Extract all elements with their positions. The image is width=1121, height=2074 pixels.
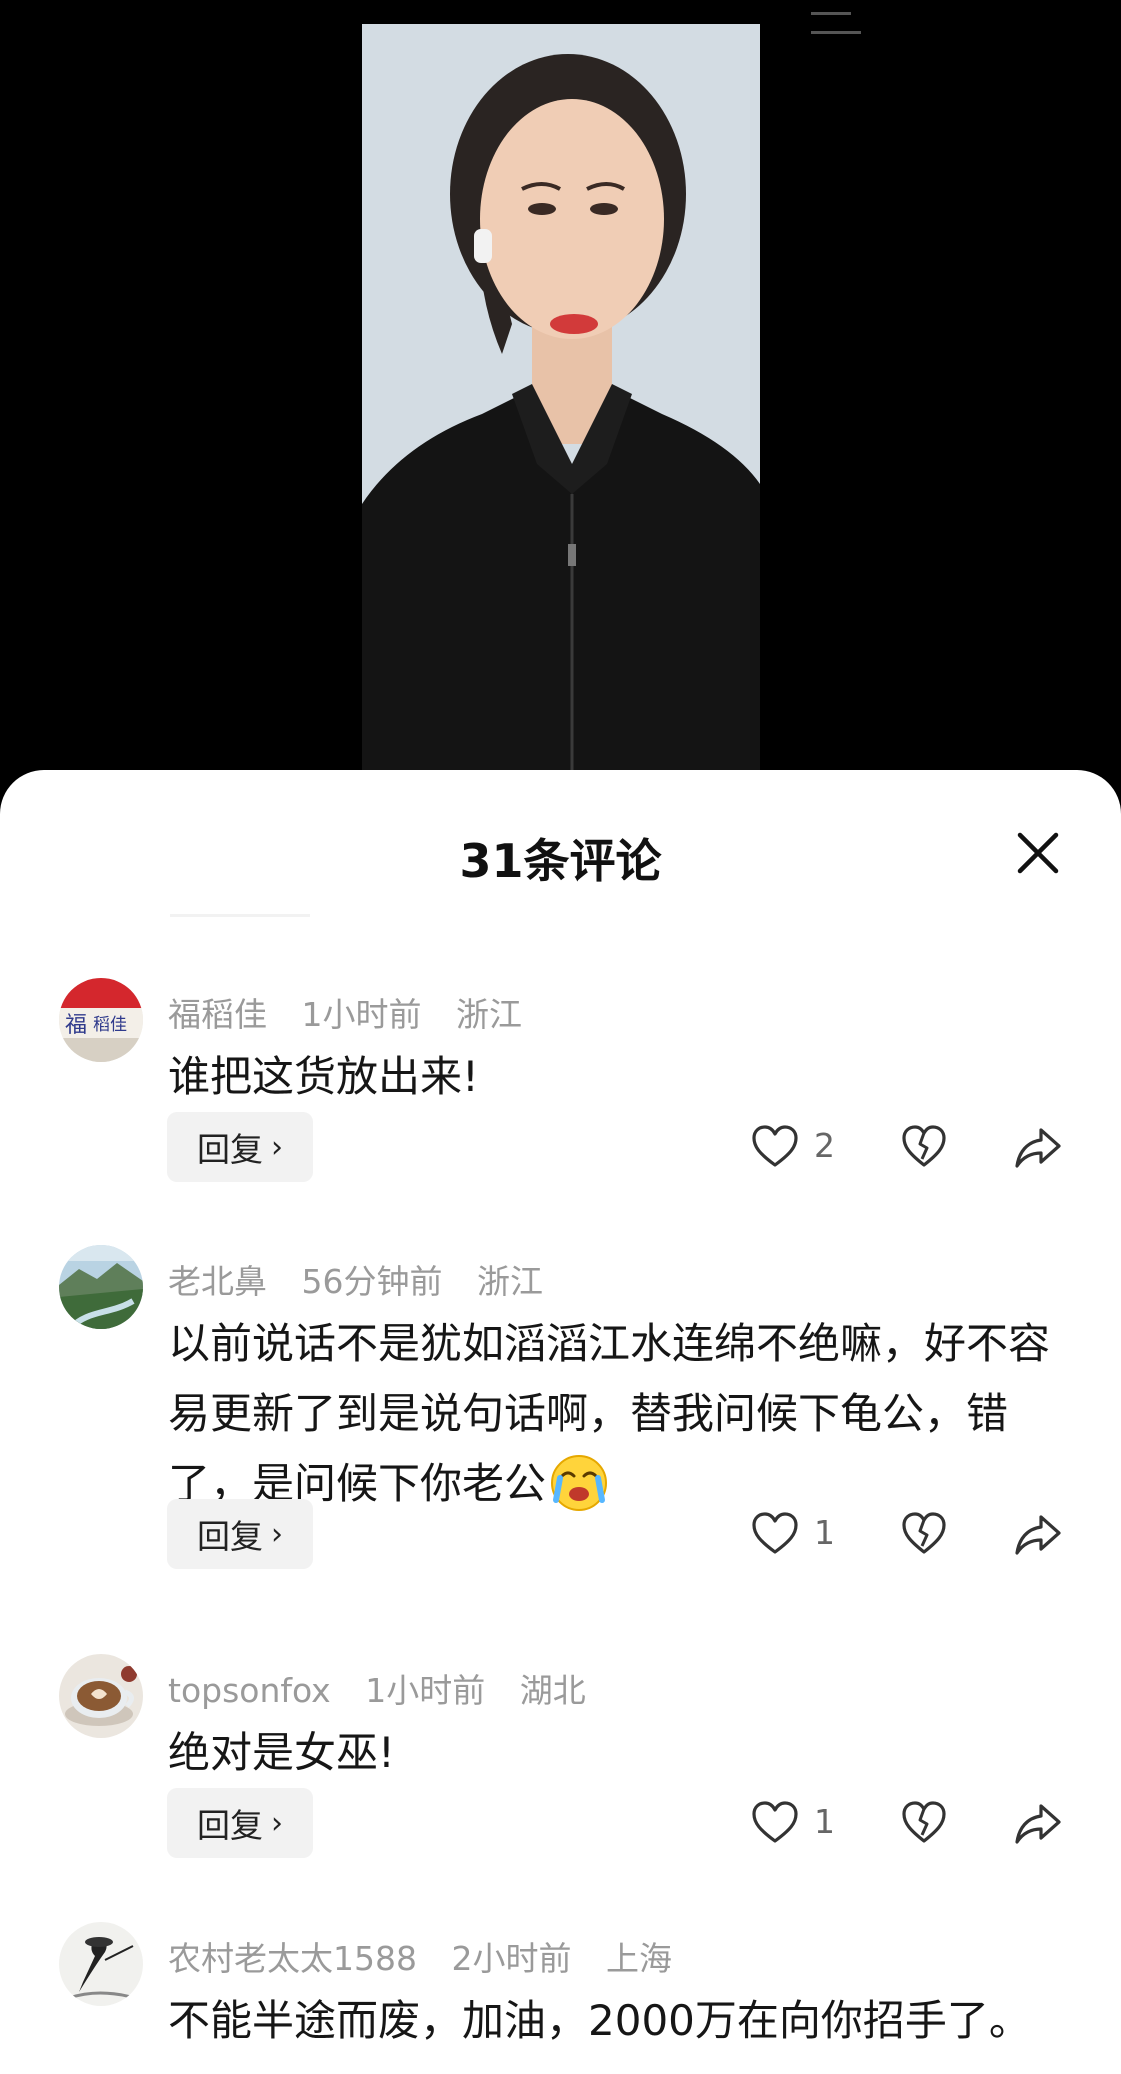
username[interactable]: 老北鼻: [168, 1262, 267, 1301]
username[interactable]: 农村老太太1588: [168, 1939, 417, 1978]
location: 浙江: [456, 995, 522, 1034]
location: 上海: [605, 1939, 672, 1978]
comments-title: 31条评论: [459, 834, 662, 888]
heart-outline-icon: [752, 1512, 798, 1554]
comment-meta: 老北鼻 56分钟前 浙江: [168, 1255, 567, 1303]
comments-sheet: 31条评论 福 稻佳 福稻佳 1小时前 浙江 谁把这货放出来! 回复 › 2 老…: [0, 770, 1121, 2074]
svg-text:稻佳: 稻佳: [93, 1015, 127, 1035]
timestamp: 56分钟前: [301, 1262, 443, 1301]
broken-heart-icon: [902, 1512, 946, 1554]
like-button[interactable]: [750, 1509, 800, 1559]
share-arrow-icon: [1015, 1515, 1061, 1555]
avatar[interactable]: [59, 1654, 143, 1738]
landscape-avatar: [59, 1245, 143, 1329]
like-count: 1: [814, 1513, 835, 1552]
coffee-cup-avatar: [59, 1654, 143, 1738]
location: 浙江: [477, 1262, 543, 1301]
share-arrow-icon: [1015, 1804, 1061, 1844]
broken-heart-icon: [902, 1125, 946, 1167]
video-frame[interactable]: [362, 24, 760, 790]
close-icon: [1017, 832, 1059, 874]
avatar[interactable]: [59, 1245, 143, 1329]
like-count: 1: [814, 1802, 835, 1841]
comment-text: 不能半途而废，加油，2000万在向你招手了。: [168, 1996, 1031, 2045]
timestamp: 2小时前: [451, 1939, 572, 1978]
divider: [170, 914, 310, 917]
comment-actions: 2: [0, 1112, 1121, 1182]
like-button[interactable]: [750, 1122, 800, 1172]
comment-text: 以前说话不是犹如滔滔江水连绵不绝嘛，好不容易更新了到是说句话啊，替我问候下龟公，…: [168, 1309, 1073, 1519]
svg-text:福: 福: [65, 1013, 87, 1038]
heart-outline-icon: [752, 1125, 798, 1167]
share-arrow-icon: [1015, 1128, 1061, 1168]
timestamp: 1小时前: [365, 1671, 486, 1710]
avatar[interactable]: [59, 1922, 143, 2006]
ink-swordsman-avatar: [59, 1922, 143, 2006]
comment-actions: 1: [0, 1499, 1121, 1569]
username[interactable]: topsonfox: [168, 1671, 331, 1710]
status-bar-remnant: [811, 0, 941, 34]
dislike-button[interactable]: [900, 1122, 948, 1172]
dislike-button[interactable]: [900, 1509, 948, 1559]
like-count: 2: [814, 1126, 835, 1165]
comment-text: 谁把这货放出来!: [168, 1052, 479, 1101]
dislike-button[interactable]: [900, 1798, 948, 1848]
comment-meta: 农村老太太1588 2小时前 上海: [168, 1932, 696, 1980]
close-button[interactable]: [1015, 830, 1061, 876]
comment-meta: topsonfox 1小时前 湖北: [168, 1664, 610, 1712]
comment-text: 绝对是女巫!: [168, 1728, 395, 1777]
heart-outline-icon: [752, 1801, 798, 1843]
avatar[interactable]: 福 稻佳: [59, 978, 143, 1062]
comment-actions: 1: [0, 1788, 1121, 1858]
share-button[interactable]: [1013, 1798, 1063, 1848]
location: 湖北: [519, 1671, 586, 1710]
broken-heart-icon: [902, 1801, 946, 1843]
fudaojia-logo-avatar: 福 稻佳: [59, 978, 143, 1062]
like-button[interactable]: [750, 1798, 800, 1848]
share-button[interactable]: [1013, 1122, 1063, 1172]
timestamp: 1小时前: [301, 995, 422, 1034]
sheet-header: 31条评论: [0, 770, 1121, 920]
username[interactable]: 福稻佳: [168, 995, 267, 1034]
comment-meta: 福稻佳 1小时前 浙江: [168, 988, 546, 1036]
share-button[interactable]: [1013, 1509, 1063, 1559]
video-person-illustration: [362, 24, 760, 790]
video-player[interactable]: [0, 0, 1121, 790]
